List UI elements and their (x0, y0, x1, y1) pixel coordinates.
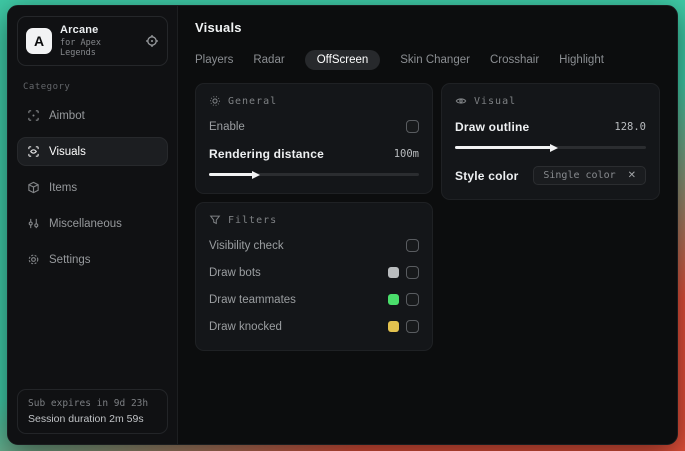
app-subtitle: for Apex Legends (60, 38, 101, 58)
visibility-check-checkbox[interactable] (406, 239, 419, 252)
filters-panel: Filters Visibility check Draw bots Draw … (195, 202, 433, 351)
style-color-label: Style color (455, 168, 519, 183)
draw-teammates-controls (388, 293, 419, 306)
slider-thumb[interactable] (252, 170, 261, 179)
app-header-card: A Arcane for Apex Legends (17, 16, 168, 66)
style-color-dropdown[interactable]: Single color ✕ (533, 166, 646, 185)
eye-scan-icon (27, 145, 40, 158)
visual-panel: Visual Draw outline 128.0 Style color Si… (441, 83, 660, 200)
right-column: Visual Draw outline 128.0 Style color Si… (441, 83, 660, 200)
left-column: General Enable Rendering distance 100m F… (195, 83, 433, 351)
slider-fill (209, 170, 261, 179)
category-label: Category (23, 82, 71, 92)
gear-icon (27, 253, 40, 266)
rendering-distance-slider[interactable] (209, 169, 419, 180)
filters-panel-title: Filters (228, 214, 278, 226)
visibility-check-label: Visibility check (209, 239, 284, 252)
draw-knocked-row: Draw knocked (209, 316, 419, 337)
draw-teammates-row: Draw teammates (209, 289, 419, 310)
subscription-card: Sub expires in 9d 23h Session duration 2… (17, 389, 168, 434)
general-panel: General Enable Rendering distance 100m (195, 83, 433, 194)
sidebar-nav: Aimbot Visuals Items Miscellaneous Setti… (17, 101, 168, 274)
sun-icon (209, 95, 221, 107)
session-duration-text: Session duration 2m 59s (28, 413, 144, 425)
tab-skin-changer[interactable]: Skin Changer (400, 50, 470, 70)
draw-teammates-color-swatch[interactable] (388, 294, 399, 305)
app-name: Arcane (60, 24, 99, 36)
sidebar-item-items[interactable]: Items (17, 173, 168, 202)
draw-bots-checkbox[interactable] (406, 266, 419, 279)
draw-bots-controls (388, 266, 419, 279)
app-window: A Arcane for Apex Legends Category Aimbo… (7, 5, 678, 445)
app-titles: Arcane for Apex Legends (60, 24, 137, 58)
draw-outline-value: 128.0 (614, 120, 646, 133)
sub-expires-text: Sub expires in 9d 23h (28, 398, 149, 409)
panels-area: General Enable Rendering distance 100m F… (195, 83, 660, 351)
draw-bots-label: Draw bots (209, 266, 261, 279)
target-icon[interactable] (145, 34, 159, 48)
rendering-distance-value: 100m (393, 147, 419, 160)
draw-teammates-checkbox[interactable] (406, 293, 419, 306)
enable-checkbox[interactable] (406, 120, 419, 133)
filters-panel-header: Filters (209, 214, 419, 226)
slider-fill (455, 143, 558, 152)
rendering-distance-label: Rendering distance (209, 146, 324, 161)
sidebar-item-label: Settings (49, 253, 91, 266)
box-icon (27, 181, 40, 194)
tab-highlight[interactable]: Highlight (559, 50, 604, 70)
slider-thumb[interactable] (549, 143, 558, 152)
eye-icon (455, 95, 467, 107)
sliders-icon (27, 217, 40, 230)
sidebar: A Arcane for Apex Legends Category Aimbo… (8, 6, 178, 444)
tab-bar: Players Radar OffScreen Skin Changer Cro… (195, 50, 660, 70)
draw-knocked-controls (388, 320, 419, 333)
visual-panel-header: Visual (455, 95, 646, 107)
general-panel-header: General (209, 95, 419, 107)
style-color-row: Style color Single color ✕ (455, 165, 646, 186)
sidebar-item-aimbot[interactable]: Aimbot (17, 101, 168, 130)
draw-teammates-label: Draw teammates (209, 293, 296, 306)
draw-knocked-checkbox[interactable] (406, 320, 419, 333)
clear-icon[interactable]: ✕ (628, 170, 636, 181)
draw-outline-row: Draw outline 128.0 (455, 116, 646, 137)
tab-offscreen[interactable]: OffScreen (304, 50, 381, 70)
enable-label: Enable (209, 120, 245, 133)
visibility-check-row: Visibility check (209, 235, 419, 256)
sidebar-item-label: Miscellaneous (49, 217, 122, 230)
draw-bots-row: Draw bots (209, 262, 419, 283)
tab-crosshair[interactable]: Crosshair (490, 50, 539, 70)
draw-knocked-label: Draw knocked (209, 320, 282, 333)
sidebar-item-miscellaneous[interactable]: Miscellaneous (17, 209, 168, 238)
sidebar-item-label: Items (49, 181, 78, 194)
general-panel-title: General (228, 95, 278, 107)
draw-outline-label: Draw outline (455, 119, 530, 134)
rendering-distance-row: Rendering distance 100m (209, 143, 419, 164)
crosshair-icon (27, 109, 40, 122)
tab-radar[interactable]: Radar (253, 50, 284, 70)
funnel-icon (209, 214, 221, 226)
tab-players[interactable]: Players (195, 50, 233, 70)
page-title: Visuals (195, 20, 242, 35)
style-color-selected-value: Single color (543, 170, 616, 181)
visual-panel-title: Visual (474, 95, 517, 107)
draw-outline-slider[interactable] (455, 142, 646, 153)
sidebar-item-visuals[interactable]: Visuals (17, 137, 168, 166)
draw-knocked-color-swatch[interactable] (388, 321, 399, 332)
sidebar-item-label: Aimbot (49, 109, 85, 122)
draw-bots-color-swatch[interactable] (388, 267, 399, 278)
enable-row: Enable (209, 116, 419, 137)
sidebar-item-label: Visuals (49, 145, 86, 158)
sidebar-item-settings[interactable]: Settings (17, 245, 168, 274)
main-content: Visuals Players Radar OffScreen Skin Cha… (178, 6, 677, 444)
app-logo: A (26, 28, 52, 54)
